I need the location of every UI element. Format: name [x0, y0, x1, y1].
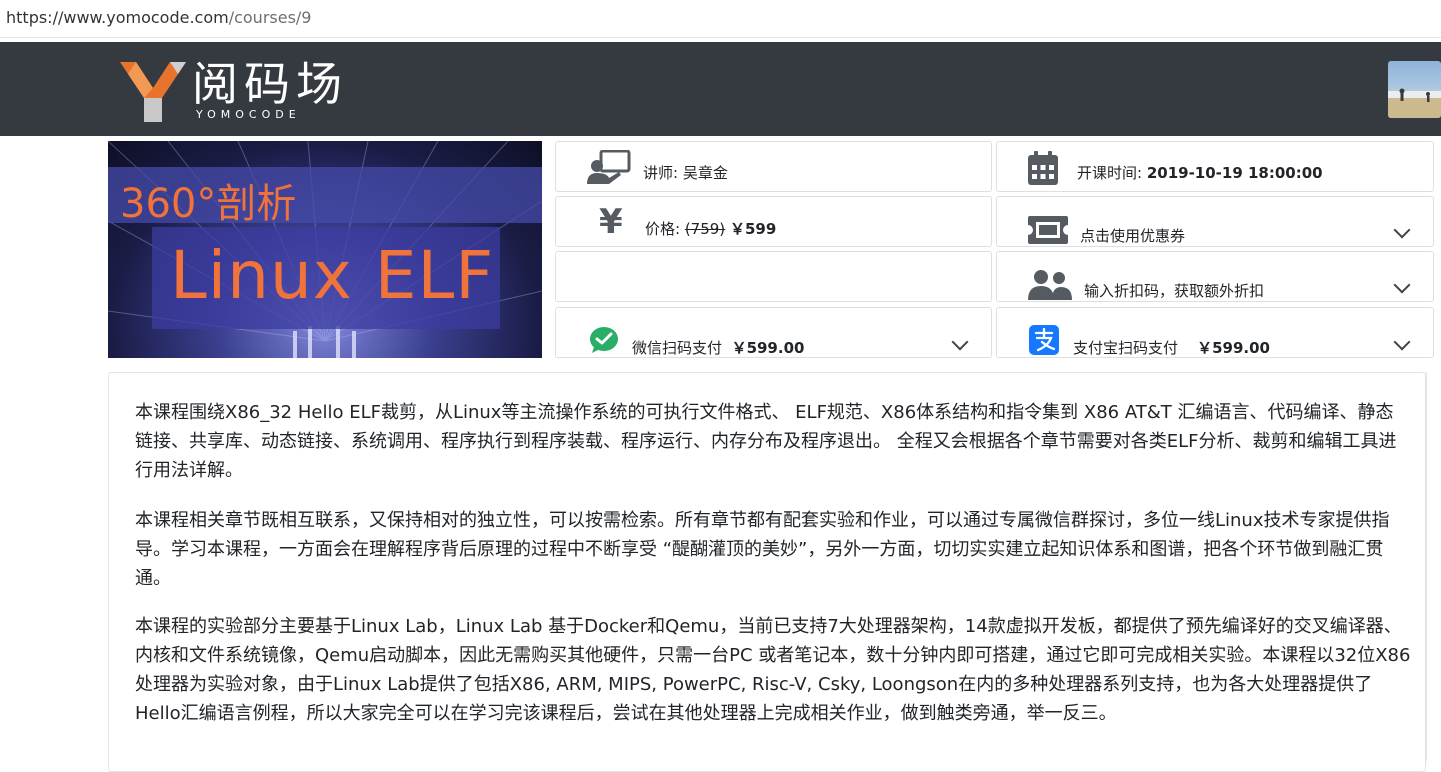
description-paragraph-2: 本课程相关章节既相互联系，又保持相对的独立性，可以按需检索。所有章节都有配套实验… [135, 510, 1390, 589]
description-paragraph-3: 本课程的实验部分主要基于Linux Lab，Linux Lab 基于Docker… [135, 616, 1411, 724]
alipay-chevron-down-icon[interactable] [1393, 333, 1411, 351]
user-avatar[interactable] [1388, 61, 1441, 118]
ticket-icon [1028, 216, 1068, 244]
url-host: https://www.yomocode.com [6, 8, 229, 27]
start-time-label: 开课时间: 2019-10-19 18:00:00 [1077, 162, 1323, 183]
wechat-pay-amount: ￥599.00 [731, 339, 805, 357]
url-text[interactable]: https://www.yomocode.com/courses/9 [6, 8, 311, 27]
wechat-pay-text: 微信扫码支付 [632, 339, 723, 357]
logo-subtitle: YOMOCODE [196, 108, 301, 121]
price-label: 价格: (759) ￥599 [645, 218, 776, 239]
top-navbar: 阅码场 YOMOCODE [0, 42, 1441, 136]
logo-text: 阅码场 [192, 57, 348, 111]
yen-icon: ¥ [599, 202, 623, 242]
users-icon [1028, 270, 1072, 300]
alipay-label: 支付宝扫码支付 ￥599.00 [1073, 337, 1270, 358]
wechat-pay-card[interactable]: 微信扫码支付 ￥599.00 [555, 307, 992, 358]
logo-mark-icon [120, 62, 186, 122]
start-time-prefix: 开课时间: [1077, 164, 1147, 182]
alipay-card[interactable]: 支付宝扫码支付 ￥599.00 [996, 307, 1434, 358]
teacher-label: 讲师: 吴章金 [643, 164, 728, 182]
right-scroll-rail[interactable] [1426, 372, 1441, 761]
teacher-icon [587, 150, 631, 184]
description-paragraph-1: 本课程围绕X86_32 Hello ELF裁剪，从Linux等主流操作系统的可执… [135, 402, 1397, 481]
start-time-card: 开课时间: 2019-10-19 18:00:00 [996, 141, 1434, 192]
address-bar[interactable]: https://www.yomocode.com/courses/9 [0, 0, 1441, 38]
avatar-photo-icon [1388, 88, 1441, 118]
alipay-text: 支付宝扫码支付 [1073, 339, 1179, 357]
discount-chevron-down-icon[interactable] [1393, 276, 1411, 294]
empty-card [555, 251, 992, 302]
course-banner: 360°剖析 Linux ELF [108, 141, 542, 358]
price-prefix: 价格: [645, 220, 685, 238]
url-path: /courses/9 [228, 8, 312, 27]
coupon-chevron-down-icon[interactable] [1393, 221, 1411, 239]
course-description: 本课程围绕X86_32 Hello ELF裁剪，从Linux等主流操作系统的可执… [108, 372, 1426, 772]
banner-title-line2: Linux ELF [170, 237, 495, 314]
alipay-icon [1029, 325, 1059, 355]
calendar-icon [1028, 151, 1058, 185]
alipay-amount: ￥599.00 [1197, 339, 1270, 357]
banner-title-line1: 360°剖析 [120, 181, 297, 227]
coupon-label: 点击使用优惠券 [1080, 227, 1186, 245]
price-card: ¥ 价格: (759) ￥599 [555, 196, 992, 247]
teacher-card: 讲师: 吴章金 [555, 141, 992, 192]
start-time-value: 2019-10-19 18:00:00 [1146, 164, 1323, 182]
discount-label: 输入折扣码，获取额外折扣 [1084, 282, 1265, 300]
price-current: ￥599 [729, 220, 777, 238]
wechat-chevron-down-icon[interactable] [951, 333, 969, 351]
coupon-card[interactable]: 点击使用优惠券 [996, 196, 1434, 247]
discount-card[interactable]: 输入折扣码，获取额外折扣 [996, 251, 1434, 302]
price-original: (759) [684, 220, 726, 238]
wechat-pay-label: 微信扫码支付 ￥599.00 [632, 337, 804, 358]
wechat-icon [590, 327, 618, 353]
site-logo[interactable]: 阅码场 YOMOCODE [118, 58, 368, 126]
